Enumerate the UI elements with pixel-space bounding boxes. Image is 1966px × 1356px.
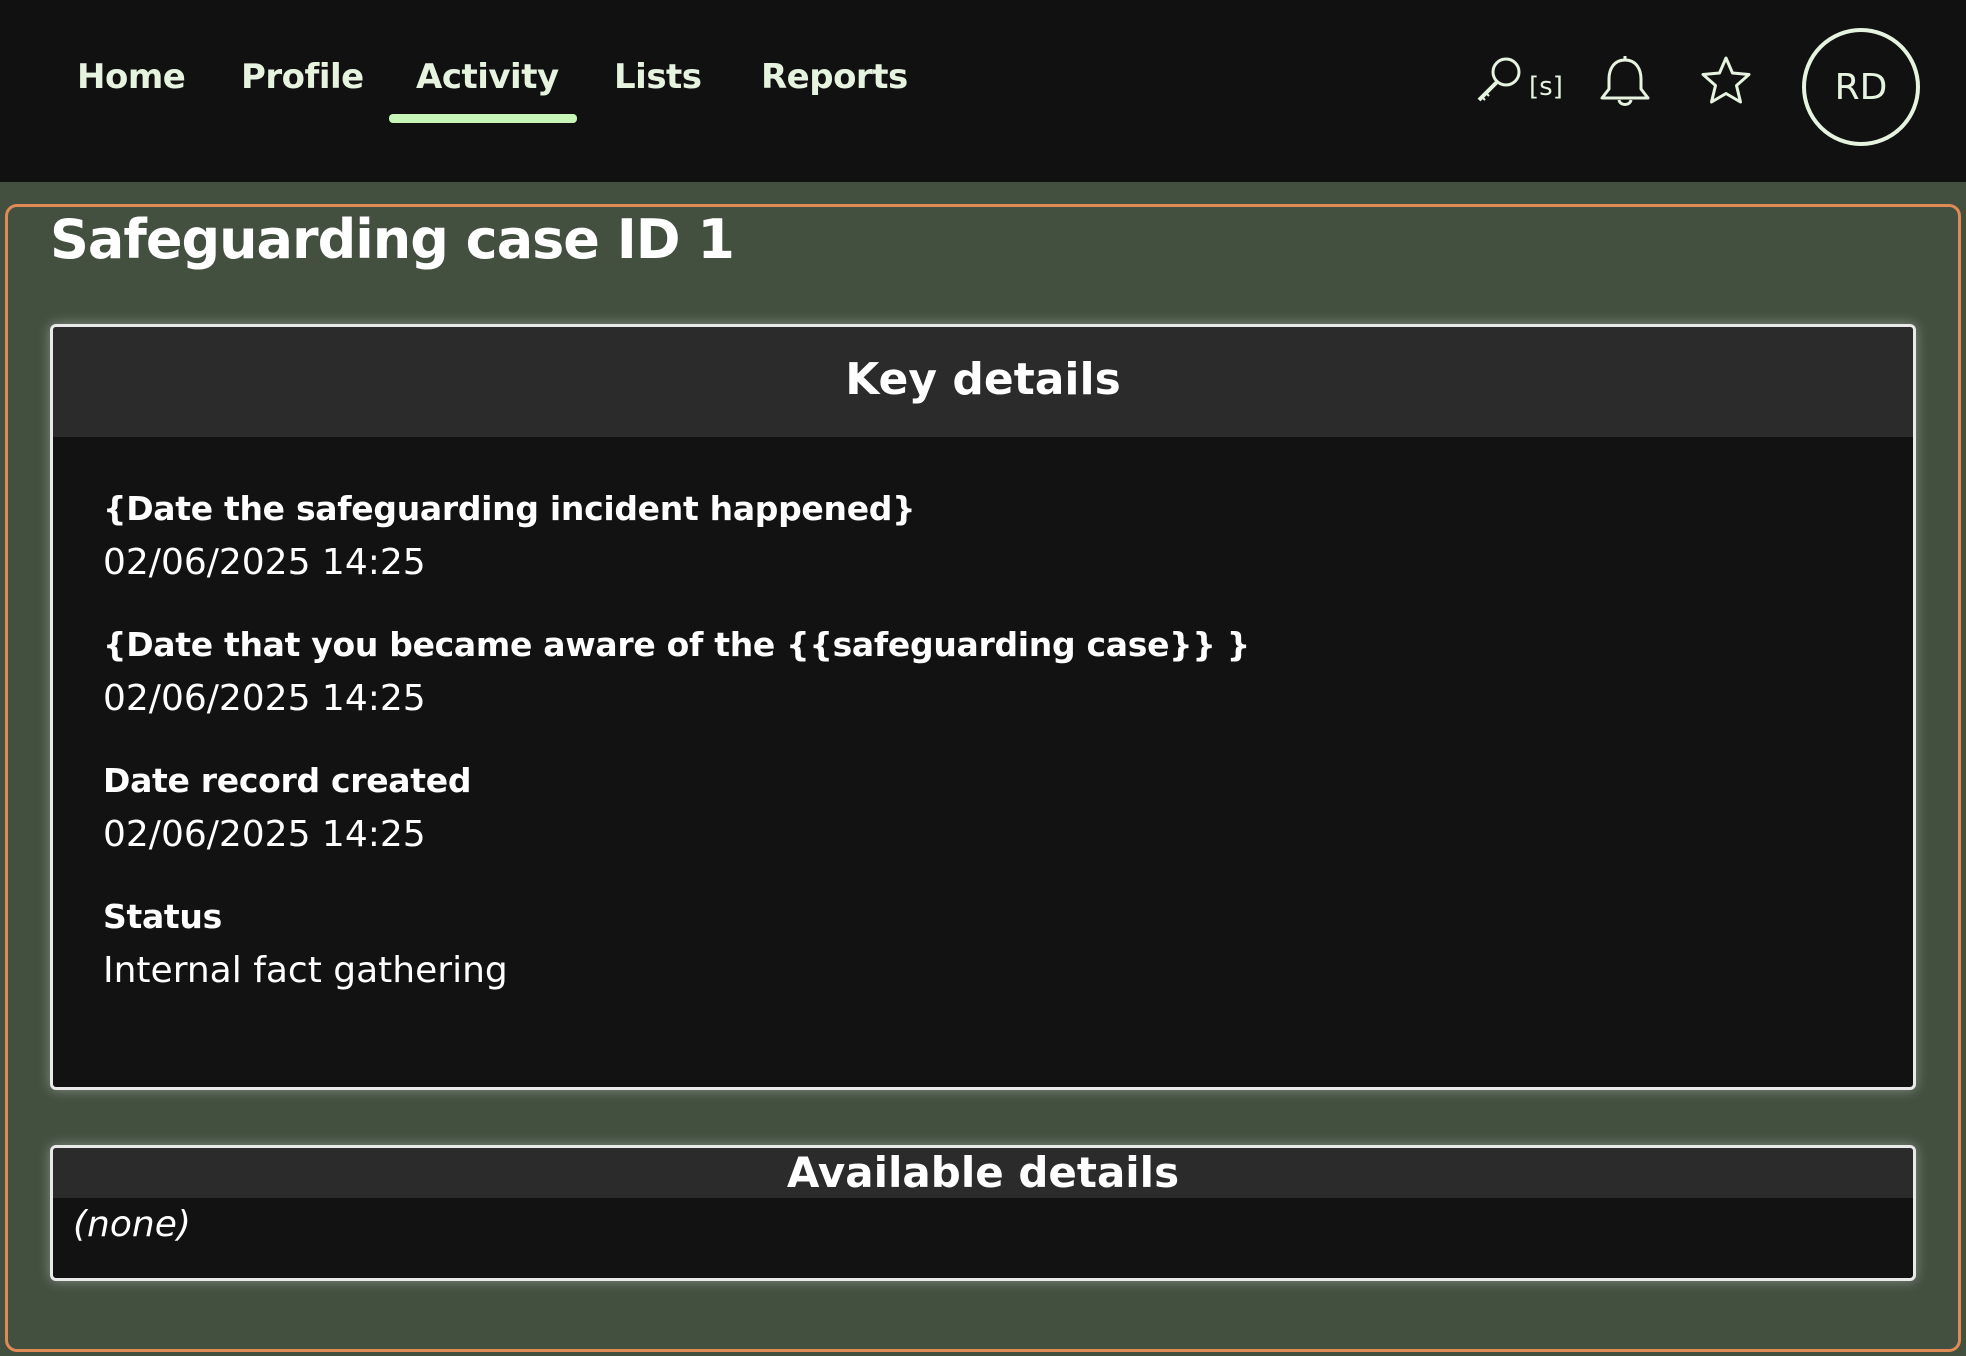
top-navigation-bar: Home Profile Activity Lists Reports [s] …: [0, 0, 1966, 182]
field-label: Status: [103, 897, 222, 936]
nav-activity[interactable]: Activity: [416, 52, 559, 102]
available-details-heading: Available details: [53, 1148, 1913, 1198]
field-value: Internal fact gathering: [103, 950, 508, 991]
field-incident-date: {Date the safeguarding incident happened…: [103, 489, 916, 585]
field-label: {Date the safeguarding incident happened…: [103, 489, 916, 528]
page-title: Safeguarding case ID 1: [50, 208, 735, 271]
search-shortcut-hint: [s]: [1529, 72, 1563, 102]
field-aware-date: {Date that you became aware of the {{saf…: [103, 625, 1250, 721]
field-record-created: Date record created 02/06/2025 14:25: [103, 761, 471, 857]
nav-home[interactable]: Home: [77, 52, 186, 102]
notifications-button[interactable]: [1592, 52, 1658, 112]
nav-profile[interactable]: Profile: [241, 52, 364, 102]
key-details-heading: Key details: [53, 327, 1913, 437]
nav-lists[interactable]: Lists: [614, 52, 702, 102]
field-value: 02/06/2025 14:25: [103, 814, 426, 855]
available-details-card: Available details (none): [50, 1145, 1916, 1281]
key-details-card: Key details {Date the safeguarding incid…: [50, 324, 1916, 1090]
empty-state-text: (none): [73, 1204, 191, 1245]
active-tab-indicator: [389, 114, 577, 123]
bell-icon: [1600, 56, 1650, 106]
field-value: 02/06/2025 14:25: [103, 678, 426, 719]
avatar-initials: RD: [1834, 66, 1888, 108]
search-icon: [1477, 57, 1521, 102]
nav-reports[interactable]: Reports: [761, 52, 908, 102]
field-label: {Date that you became aware of the {{saf…: [103, 625, 1250, 664]
favourites-button[interactable]: [1696, 52, 1756, 112]
field-value: 02/06/2025 14:25: [103, 542, 426, 583]
user-avatar[interactable]: RD: [1802, 28, 1920, 146]
search-button[interactable]: [1466, 50, 1532, 110]
star-icon: [1701, 56, 1751, 104]
field-label: Date record created: [103, 761, 472, 800]
field-status: Status Internal fact gathering: [103, 897, 508, 993]
